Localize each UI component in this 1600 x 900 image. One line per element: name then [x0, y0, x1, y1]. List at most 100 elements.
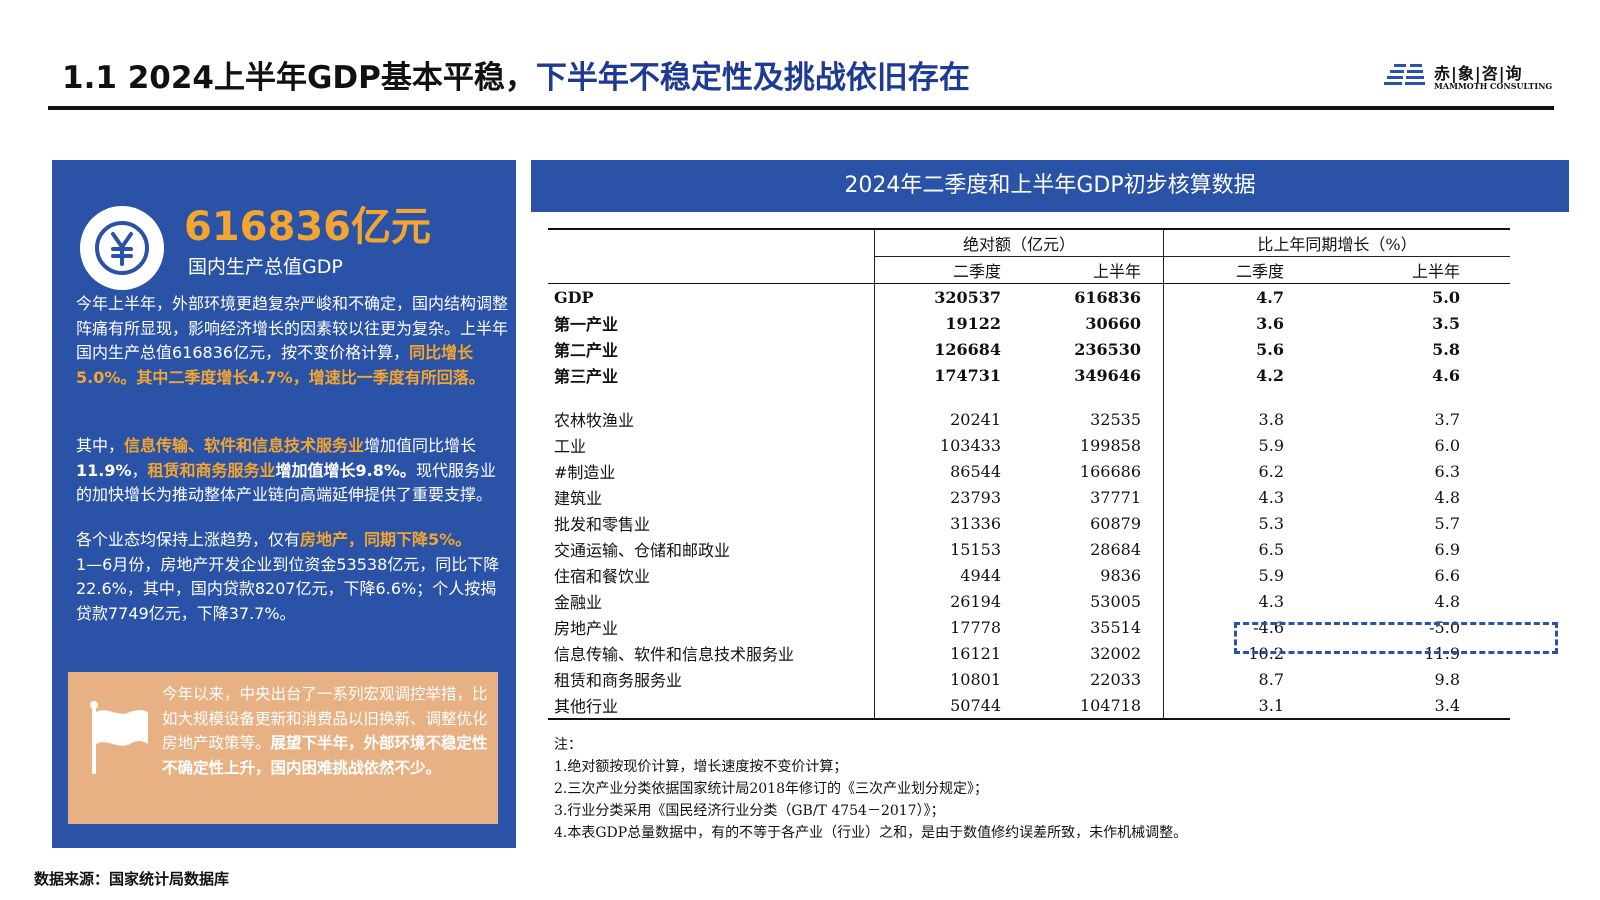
page-title: 1.1 2024上半年GDP基本平稳，下半年不稳定性及挑战依旧存在	[62, 52, 970, 97]
q2-absolute-cell: 15153	[874, 536, 1001, 562]
q2-absolute-cell: 23793	[874, 484, 1001, 510]
note-line: 3.行业分类采用《国民经济行业分类（GB/T 4754－2017）》；	[554, 803, 945, 819]
table-title: 2024年二季度和上半年GDP初步核算数据	[531, 160, 1569, 212]
row-name-cell: #制造业	[554, 463, 616, 482]
h1-growth-cell: 5.8	[1432, 339, 1460, 359]
mammoth-logo-icon	[1384, 64, 1425, 85]
outlook-box: 今年以来，中央出台了一系列宏观调控举措，比如大规模设备更新和消费品以旧换新、调整…	[68, 672, 498, 824]
p2-highlight-1: 信息传输、软件和信息技术服务业	[124, 436, 365, 455]
h1-growth-cell: 4.8	[1434, 487, 1460, 507]
gdp-label: 国内生产总值GDP	[188, 256, 343, 278]
h1-absolute-cell: 199858	[1079, 435, 1141, 455]
h1-absolute-cell: 53005	[1090, 591, 1141, 611]
p3-text-b: 1—6月份，房地产开发企业到位资金53538亿元，同比下降22.6%，其中，国内…	[76, 554, 500, 623]
h1-absolute-cell: 37771	[1090, 487, 1141, 507]
q2-absolute-cell: 17778	[874, 614, 1001, 640]
q2-growth-cell: 6.2	[1163, 458, 1284, 484]
row-name-cell: 房地产业	[554, 619, 619, 638]
h1-growth-cell: 6.3	[1434, 461, 1460, 481]
q2-growth-cell: 5.9	[1163, 562, 1284, 588]
q2-growth-cell: 3.1	[1163, 692, 1284, 719]
table-row: 第二产业 126684 236530 5.6 5.8	[548, 336, 1510, 362]
h1-absolute-cell: 9836	[1100, 565, 1141, 585]
table-row: #制造业 86544 166686 6.2 6.3	[548, 458, 1510, 484]
q2-absolute-cell: 86544	[874, 458, 1001, 484]
gdp-total: 616836亿元	[184, 204, 431, 250]
p3-highlight: 房地产，同期下降5%。	[300, 530, 472, 549]
row-name-cell: 工业	[554, 437, 587, 456]
q2-growth-cell: 3.6	[1163, 310, 1284, 336]
row-name-cell: 住宿和餐饮业	[554, 567, 651, 586]
q2-absolute-cell: 31336	[874, 510, 1001, 536]
logo-en-text: MAMMOTH CONSULTING	[1434, 81, 1553, 91]
note-line: 1.绝对额按现价计算，增长速度按不变价计算；	[554, 759, 848, 775]
real-estate-highlight-box	[1234, 622, 1558, 654]
h1-absolute-cell: 616836	[1074, 287, 1141, 307]
h1-growth-cell: 6.0	[1434, 435, 1460, 455]
table-row: GDP 320537 616836 4.7 5.0	[548, 283, 1510, 310]
row-name-cell: GDP	[554, 287, 594, 307]
p2-highlight-2: 租赁和商务服务业	[147, 460, 276, 480]
table-row: 租赁和商务服务业 10801 22033 8.7 9.8	[548, 666, 1510, 692]
h1-absolute-cell: 166686	[1079, 461, 1141, 481]
q2-absolute-cell: 103433	[874, 432, 1001, 458]
outlook-text: 今年以来，中央出台了一系列宏观调控举措，比如大规模设备更新和消费品以旧换新、调整…	[162, 682, 492, 780]
h1-growth-cell: 6.9	[1434, 539, 1460, 559]
table-notes: 注： 1.绝对额按现价计算，增长速度按不变价计算； 2.三次产业分类依据国家统计…	[554, 734, 1187, 844]
h1-absolute-cell: 22033	[1090, 669, 1141, 689]
q2-absolute-cell: 50744	[874, 692, 1001, 719]
h1-growth-cell: 3.4	[1434, 695, 1460, 715]
q2-absolute-cell: 20241	[874, 406, 1001, 432]
q2-growth-cell: 4.3	[1163, 484, 1284, 510]
q2-growth-cell: 5.3	[1163, 510, 1284, 536]
row-name-cell: 交通运输、仓储和邮政业	[554, 541, 731, 560]
q2-absolute-cell: 26194	[874, 588, 1001, 614]
row-name-cell: 第二产业	[554, 341, 619, 360]
row-name-cell: 租赁和商务服务业	[554, 671, 683, 690]
row-name-cell: 第三产业	[554, 367, 619, 386]
h1-absolute-cell: 236530	[1074, 339, 1141, 359]
company-logo: 赤|象|咨|询 MAMMOTH CONSULTING	[1384, 60, 1554, 94]
h1-growth-cell: 3.7	[1434, 409, 1460, 429]
table-row: 第三产业 174731 349646 4.2 4.6	[548, 362, 1510, 388]
table-row: 批发和零售业 31336 60879 5.3 5.7	[548, 510, 1510, 536]
table-row: 工业 103433 199858 5.9 6.0	[548, 432, 1510, 458]
q2-absolute-cell: 16121	[874, 640, 1001, 666]
p2-bold-1: 11.9%	[76, 460, 132, 480]
row-name-cell: 金融业	[554, 593, 603, 612]
subheader-h1-growth: 上半年	[1411, 262, 1460, 281]
h1-absolute-cell: 32002	[1090, 643, 1141, 663]
h1-growth-cell: 6.6	[1434, 565, 1460, 585]
table-row: 农林牧渔业 20241 32535 3.8 3.7	[548, 406, 1510, 432]
h1-absolute-cell: 60879	[1090, 513, 1141, 533]
paragraph-2: 其中，信息传输、软件和信息技术服务业增加值同比增长 11.9%，租赁和商务服务业增…	[76, 434, 508, 508]
paragraph-1: 今年上半年，外部环境更趋复杂严峻和不确定，国内结构调整阵痛有所显现，影响经济增长…	[76, 292, 508, 390]
subheader-q2-growth: 二季度	[1163, 256, 1284, 284]
h1-growth-cell: 9.8	[1434, 669, 1460, 689]
p2-text-a: 其中，	[76, 436, 125, 455]
p3-text-a: 各个业态均保持上涨趋势，仅有	[76, 530, 301, 549]
table-row: 第一产业 19122 30660 3.6 3.5	[548, 310, 1510, 336]
h1-growth-cell: 4.6	[1432, 365, 1460, 385]
h1-growth-cell: 4.8	[1434, 591, 1460, 611]
q2-growth-cell: 8.7	[1163, 666, 1284, 692]
header-growth: 比上年同期增长（%）	[1163, 229, 1510, 257]
yuan-coin-icon	[80, 206, 164, 290]
header-empty	[548, 229, 875, 257]
title-part1: 1.1 2024上半年GDP基本平稳，	[62, 60, 536, 96]
row-name-cell: 其他行业	[554, 697, 619, 716]
table-row: 交通运输、仓储和邮政业 15153 28684 6.5 6.9	[548, 536, 1510, 562]
table-row: 住宿和餐饮业 4944 9836 5.9 6.6	[548, 562, 1510, 588]
h1-absolute-cell: 104718	[1079, 695, 1141, 715]
subheader-h1-abs: 上半年	[1092, 262, 1141, 281]
q2-absolute-cell: 174731	[874, 362, 1001, 388]
q2-growth-cell: 3.8	[1163, 406, 1284, 432]
h1-absolute-cell: 349646	[1074, 365, 1141, 385]
row-name-cell: 信息传输、软件和信息技术服务业	[554, 645, 795, 664]
q2-growth-cell: 4.7	[1163, 283, 1284, 310]
header-rule	[48, 106, 1554, 110]
p2-bold-2: 增加值增长9.8%。	[275, 460, 416, 480]
data-source: 数据来源：国家统计局数据库	[34, 870, 230, 888]
p2-text-b: 增加值同比增长	[364, 436, 477, 455]
title-part2: 下半年不稳定性及挑战依旧存在	[535, 60, 970, 96]
